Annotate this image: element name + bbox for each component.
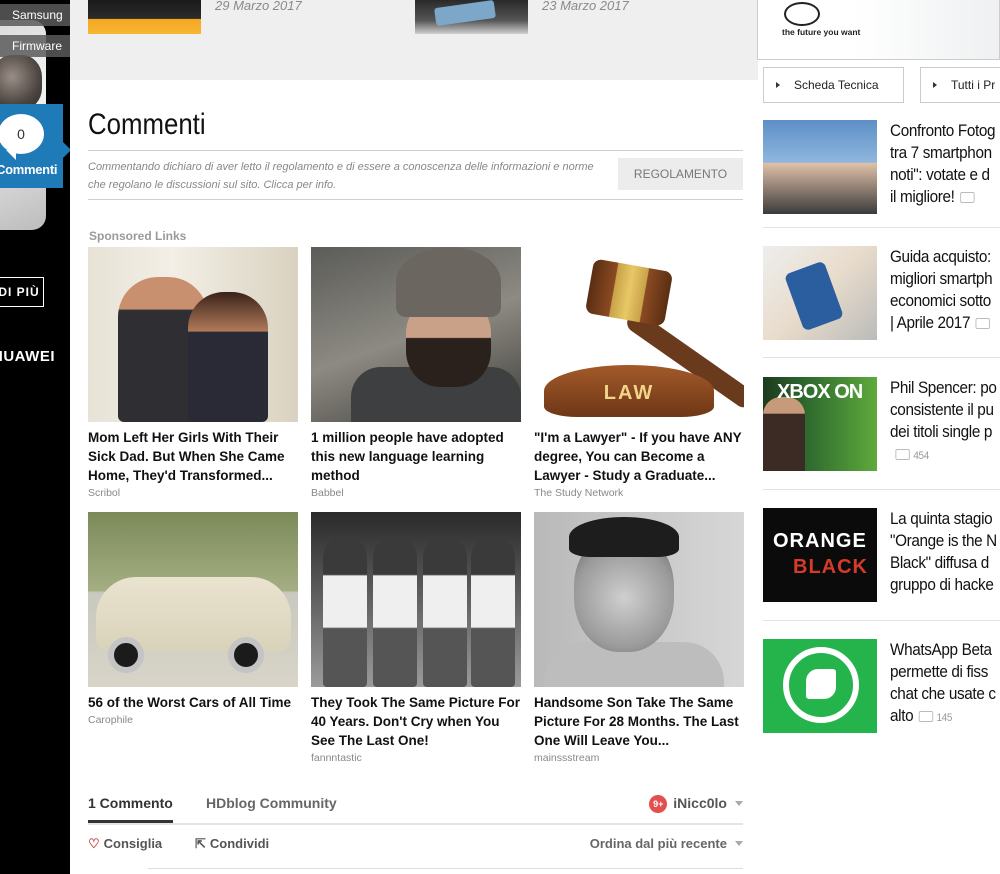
law-gavel-label: LAW: [544, 365, 714, 417]
divider: [763, 489, 1000, 490]
comments-section-title: Commenti: [88, 108, 206, 141]
ad-image[interactable]: [88, 512, 298, 687]
ad-title[interactable]: Handsome Son Take The Same Picture For 2…: [534, 693, 744, 750]
sort-label: Ordina dal più recente: [589, 836, 727, 851]
ad-title[interactable]: 1 million people have adopted this new l…: [311, 428, 521, 485]
comment-input-edge: [148, 868, 743, 874]
recommend-button[interactable]: ♡ Consiglia: [88, 836, 162, 852]
ad-image[interactable]: LAW: [534, 247, 744, 422]
article-thumb[interactable]: [763, 639, 877, 733]
sponsor-banner[interactable]: the future you want: [757, 0, 1000, 60]
ad-source: Babbel: [311, 487, 344, 499]
rules-button[interactable]: REGOLAMENTO: [618, 158, 743, 190]
related-news-date: 23 Marzo 2017: [542, 0, 629, 13]
article-title[interactable]: Guida acquisto: migliori smartph economici…: [890, 246, 1000, 336]
brand-swirl-icon: [784, 2, 820, 26]
divider: [763, 227, 1000, 228]
tab-community[interactable]: HDblog Community: [206, 795, 337, 811]
share-icon: ⇱: [195, 836, 206, 851]
article-title[interactable]: WhatsApp Beta permette di fiss chat che us…: [890, 639, 1000, 729]
related-news-thumb[interactable]: [88, 0, 201, 34]
sponsored-ad[interactable]: Handsome Son Take The Same Picture For 2…: [534, 512, 744, 764]
comment-bubble-icon: 0: [0, 114, 44, 160]
ad-image[interactable]: [311, 247, 521, 422]
disqus-tab-bar: 1 Commento HDblog Community 9+ iNicc0lo: [88, 795, 743, 825]
sponsored-ad[interactable]: They Took The Same Picture For 40 Years.…: [311, 512, 521, 764]
username[interactable]: iNicc0lo: [673, 795, 727, 811]
article-title[interactable]: La quinta stagio "Orange is the N Black" d…: [890, 508, 1000, 596]
ad-source: mainssstream: [534, 752, 600, 764]
comment-count: [976, 319, 994, 331]
more-button[interactable]: DI PIÙ: [0, 277, 44, 307]
article-thumb[interactable]: ORANGE BLACK: [763, 508, 877, 602]
ad-image[interactable]: [534, 512, 744, 687]
comment-count: [960, 193, 978, 205]
brand-tagline: the future you want: [782, 27, 861, 37]
comment-count: 145: [919, 712, 953, 724]
phone-icon: [806, 669, 836, 699]
comments-disclaimer[interactable]: Commentando dichiaro di aver letto il re…: [88, 158, 600, 194]
comment-count: 454: [895, 450, 929, 462]
ad-title[interactable]: "I'm a Lawyer" - If you have ANY degree,…: [534, 428, 744, 485]
ad-title[interactable]: Mom Left Her Girls With Their Sick Dad. …: [88, 428, 298, 485]
thumb-text: ORANGE: [773, 530, 867, 552]
thumb-text: BLACK: [793, 556, 868, 578]
comments-count: 0: [17, 126, 25, 142]
all-products-button[interactable]: Tutti i Pr: [920, 67, 1000, 103]
sort-dropdown[interactable]: Ordina dal più recente: [590, 836, 743, 851]
article-title[interactable]: Phil Spencer: po consistente il pu dei tit…: [890, 377, 1000, 467]
sponsored-links-label: Sponsored Links: [89, 229, 187, 243]
sponsored-ad[interactable]: 56 of the Worst Cars of All Time Carophi…: [88, 512, 298, 726]
article-thumb[interactable]: [763, 120, 877, 214]
tag-samsung[interactable]: Samsung: [0, 4, 70, 26]
ad-source: Scribol: [88, 487, 121, 499]
related-news-thumb[interactable]: [415, 0, 528, 34]
share-label: Condividi: [209, 836, 270, 851]
divider: [763, 620, 1000, 621]
notification-badge[interactable]: 9+: [649, 795, 668, 813]
ad-source: fannntastic: [311, 752, 362, 764]
tech-sheet-button[interactable]: Scheda Tecnica: [763, 67, 904, 103]
ad-source: Carophile: [88, 714, 133, 726]
sponsored-ad[interactable]: Mom Left Her Girls With Their Sick Dad. …: [88, 247, 298, 499]
related-news-date: 29 Marzo 2017: [215, 0, 302, 13]
divider: [88, 199, 743, 200]
share-button[interactable]: ⇱ Condividi: [195, 836, 269, 852]
recommend-label: Consiglia: [103, 836, 163, 851]
sponsored-ad[interactable]: 1 million people have adopted this new l…: [311, 247, 521, 499]
ad-image[interactable]: [311, 512, 521, 687]
article-thumb[interactable]: XBOX ON: [763, 377, 877, 471]
disqus-actions: ♡ Consiglia ⇱ Condividi Ordina dal più rec…: [88, 836, 743, 856]
ad-title[interactable]: 56 of the Worst Cars of All Time: [88, 693, 298, 712]
article-thumb[interactable]: [763, 246, 877, 340]
sponsored-ad[interactable]: LAW "I'm a Lawyer" - If you have ANY deg…: [534, 247, 744, 499]
user-menu[interactable]: 9+ iNicc0lo: [649, 795, 743, 813]
huawei-logo: HUAWEI: [0, 348, 55, 365]
phone-wallpaper-face: [0, 55, 42, 110]
chevron-down-icon[interactable]: [735, 801, 743, 806]
related-news-strip: 29 Marzo 2017 23 Marzo 2017: [70, 0, 758, 80]
chevron-down-icon: [735, 841, 743, 846]
ad-image[interactable]: [88, 247, 298, 422]
article-title[interactable]: Confronto Fotog tra 7 smartphon noti": vot…: [890, 120, 1000, 210]
thumb-text: XBOX ON: [777, 381, 863, 403]
left-sidebar-strip: Samsung Firmware 0 Commenti DI PIÙ HUAWE…: [0, 0, 70, 874]
divider: [88, 150, 743, 151]
comments-counter-box[interactable]: 0 Commenti: [0, 104, 70, 188]
divider: [763, 357, 1000, 358]
ad-source: The Study Network: [534, 487, 624, 499]
tab-comments[interactable]: 1 Commento: [88, 795, 173, 823]
comments-counter-label: Commenti: [0, 162, 58, 177]
ad-title[interactable]: They Took The Same Picture For 40 Years.…: [311, 693, 521, 750]
tag-firmware[interactable]: Firmware: [0, 35, 70, 57]
heart-icon: ♡: [88, 836, 100, 851]
